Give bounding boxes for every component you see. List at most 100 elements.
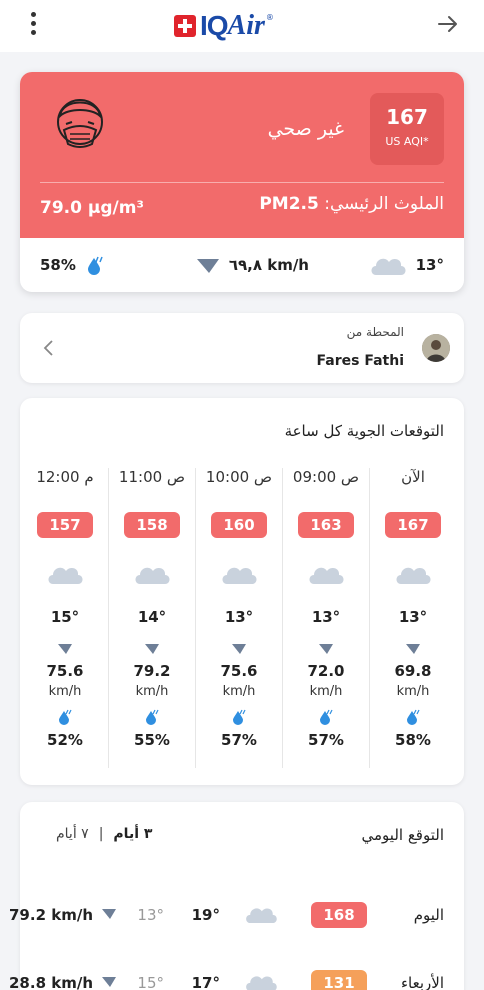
day-high-temp: 19°: [191, 906, 220, 924]
hour-humidity: 55%: [134, 731, 170, 749]
hourly-column: 09:00 ص 163 13° 72.0 km/h 57%: [283, 468, 369, 778]
day-high-temp: 17°: [191, 974, 220, 990]
wind-value: ٦٩,٨ km/h: [228, 256, 309, 274]
forecast-range-tabs: ٧ أيام | ٣ أيام: [56, 826, 152, 842]
hourly-column: 12:00 م 157 15° 75.6 km/h 52%: [22, 468, 108, 778]
hour-temperature: 13°: [311, 608, 341, 626]
divider: [40, 182, 444, 183]
hour-humidity: 57%: [308, 731, 344, 749]
cloud-icon: [222, 567, 257, 584]
pollutant-concentration: 79.0 µg/m³: [40, 198, 144, 218]
hourly-column: 10:00 ص 160 13° 75.6 km/h 57%: [196, 468, 282, 778]
station-card[interactable]: المحطة من Fares Fathi: [20, 313, 464, 383]
humidity-icon: [407, 709, 420, 725]
hourly-forecast-title: التوقعات الجوية كل ساعة: [284, 422, 444, 440]
more-options-icon[interactable]: [26, 12, 40, 40]
current-humidity: 58%: [40, 254, 106, 276]
column-divider: [282, 468, 283, 768]
column-divider: [369, 468, 370, 768]
arrow-right-icon[interactable]: [436, 12, 460, 36]
aqi-value: 167: [386, 105, 428, 129]
hour-aqi-badge: 167: [385, 512, 441, 538]
cloud-icon: [396, 567, 431, 584]
hourly-column: الآن 167 13° 69.8 km/h 58%: [370, 468, 456, 778]
wind-direction-icon: [232, 644, 246, 654]
current-temperature: 13°: [368, 253, 444, 277]
hour-aqi-badge: 163: [298, 512, 354, 538]
day-low-temp: 15°: [137, 974, 164, 990]
main-pollutant-label: الملوث الرئيسي:: [324, 194, 444, 214]
humidity-icon: [146, 709, 159, 725]
current-wind: ٦٩,٨ km/h: [195, 255, 309, 275]
hour-wind-unit: km/h: [222, 684, 256, 699]
cloud-icon: [309, 567, 344, 584]
temperature-value: 13°: [415, 256, 444, 274]
cloud-icon: [371, 258, 406, 275]
aqi-value-box: 167 US AQI*: [370, 93, 444, 165]
logo-registered-mark: ®: [265, 13, 274, 22]
iqair-logo: IQ Air ®: [174, 9, 274, 43]
hour-wind-speed: 75.6: [46, 662, 84, 680]
current-weather: 13° ٦٩,٨ km/h 58%: [20, 238, 464, 292]
logo-air: Air: [227, 10, 265, 41]
wind-direction-icon: [102, 909, 116, 919]
hour-aqi-badge: 158: [124, 512, 180, 538]
hour-temperature: 15°: [50, 608, 80, 626]
daily-row[interactable]: الأربعاء 131 17° 15° 28.8 km/h: [0, 964, 464, 990]
hour-wind-unit: km/h: [396, 684, 430, 699]
day-wind: 79.2 km/h: [9, 906, 93, 924]
hour-temperature: 13°: [224, 608, 254, 626]
hour-wind-unit: km/h: [135, 684, 169, 699]
day-low-temp: 13°: [137, 906, 164, 924]
tab-separator: |: [98, 826, 104, 842]
wind-direction-icon: [58, 644, 72, 654]
hour-time: 11:00 ص: [118, 468, 186, 486]
wind-direction-icon: [319, 644, 333, 654]
aqi-header: 167 US AQI* غير صحي الملوث الرئيسي: PM2.…: [20, 72, 464, 238]
chevron-left-icon[interactable]: [42, 338, 56, 358]
daily-forecast-card: التوقع اليومي ٧ أيام | ٣ أيام اليوم 168 19…: [9, 802, 464, 990]
hour-humidity: 57%: [221, 731, 257, 749]
hour-time: 09:00 ص: [292, 468, 360, 486]
hour-wind-speed: 79.2: [133, 662, 171, 680]
daily-forecast-title: التوقع اليومي: [361, 826, 445, 844]
tab-3-days[interactable]: ٣ أيام: [113, 826, 152, 842]
cloud-icon: [135, 567, 170, 584]
hour-temperature: 13°: [398, 608, 428, 626]
hour-time: 10:00 ص: [205, 468, 273, 486]
wind-direction-icon: [406, 644, 420, 654]
tab-7-days[interactable]: ٧ أيام: [56, 826, 89, 842]
hourly-column: 11:00 ص 158 14° 79.2 km/h 55%: [109, 468, 195, 778]
hour-wind-speed: 69.8: [394, 662, 432, 680]
hour-wind-speed: 75.6: [220, 662, 258, 680]
wind-direction-icon: [196, 259, 219, 273]
main-pollutant-name: PM2.5: [259, 194, 319, 214]
humidity-icon: [233, 709, 246, 725]
column-divider: [195, 468, 196, 768]
hour-time: الآن: [401, 468, 425, 486]
hour-aqi-badge: 157: [37, 512, 93, 538]
hourly-forecast-card: التوقعات الجوية كل ساعة الآن 167 13° 69.8 km…: [20, 398, 464, 785]
station-name[interactable]: Fares Fathi: [317, 353, 404, 369]
face-mask-icon: [57, 99, 103, 148]
humidity-icon: [87, 256, 103, 275]
wind-direction-icon: [145, 644, 159, 654]
daily-row[interactable]: اليوم 168 19° 13° 79.2 km/h: [0, 896, 464, 936]
day-aqi-badge: 168: [311, 902, 367, 928]
avatar: [422, 334, 450, 362]
hour-humidity: 58%: [395, 731, 431, 749]
humidity-icon: [320, 709, 333, 725]
hour-humidity: 52%: [47, 731, 83, 749]
station-from-label: المحطة من: [346, 325, 404, 339]
day-aqi-badge: 131: [311, 970, 367, 990]
hour-aqi-badge: 160: [211, 512, 267, 538]
humidity-value: 58%: [40, 256, 76, 274]
cloud-icon: [246, 908, 277, 923]
humidity-icon: [59, 709, 72, 725]
hour-time: 12:00 م: [36, 468, 94, 486]
cloud-icon: [48, 567, 83, 584]
day-name: الأربعاء: [400, 974, 444, 990]
day-name: اليوم: [413, 906, 444, 924]
swiss-flag-icon: [174, 15, 196, 37]
hour-wind-unit: km/h: [48, 684, 82, 699]
